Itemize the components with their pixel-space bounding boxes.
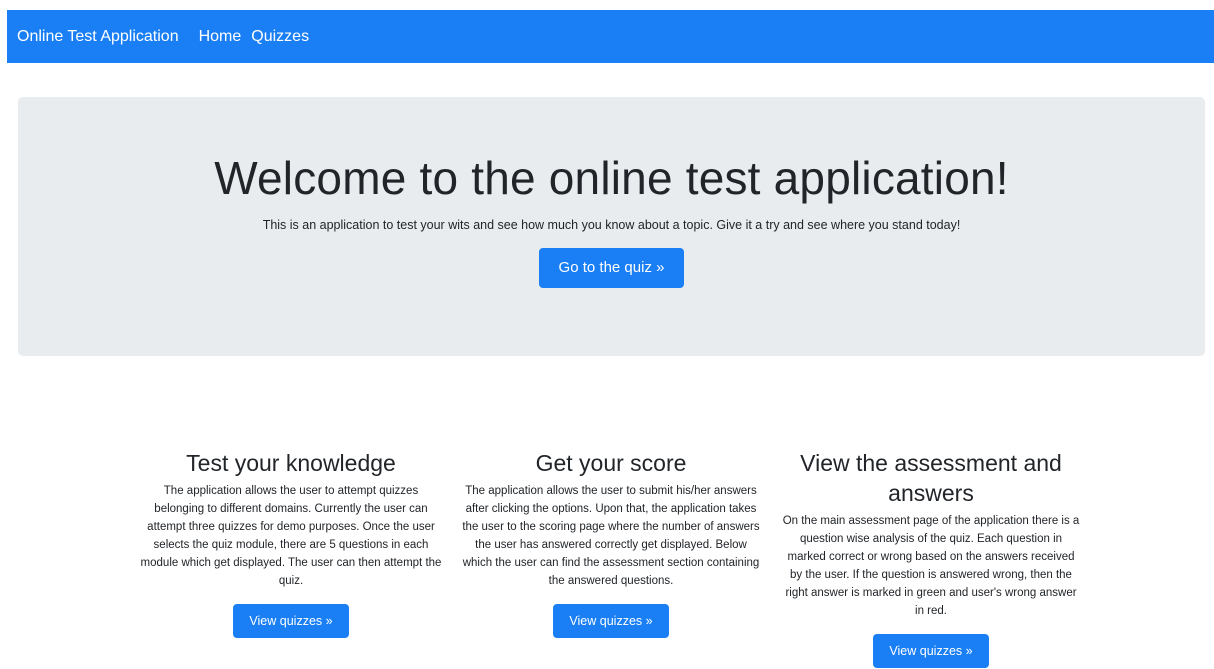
feature-text: The application allows the user to attem… — [140, 485, 442, 587]
feature-view-assessment: View the assessment and answers On the m… — [780, 448, 1082, 668]
nav-link-quizzes[interactable]: Quizzes — [251, 28, 309, 46]
welcome-jumbotron: Welcome to the online test application! … — [18, 97, 1205, 356]
nav-link-home[interactable]: Home — [199, 28, 242, 46]
welcome-lead: This is an application to test your wits… — [262, 218, 961, 232]
feature-text: The application allows the user to submi… — [462, 485, 760, 587]
view-quizzes-button[interactable]: View quizzes » — [233, 604, 349, 638]
view-quizzes-button[interactable]: View quizzes » — [553, 604, 669, 638]
welcome-title: Welcome to the online test application! — [214, 152, 1009, 204]
top-navbar: Online Test Application Home Quizzes — [7, 10, 1214, 63]
feature-get-score: Get your score The application allows th… — [460, 448, 762, 638]
view-quizzes-button[interactable]: View quizzes » — [873, 634, 989, 668]
feature-text: On the main assessment page of the appli… — [782, 515, 1080, 617]
go-to-quiz-button[interactable]: Go to the quiz » — [539, 248, 684, 288]
brand-link[interactable]: Online Test Application — [17, 28, 179, 46]
feature-title: Get your score — [535, 450, 687, 476]
feature-title: Test your knowledge — [186, 450, 396, 476]
feature-test-knowledge: Test your knowledge The application allo… — [140, 448, 442, 638]
feature-title: View the assessment and answers — [800, 450, 1062, 506]
